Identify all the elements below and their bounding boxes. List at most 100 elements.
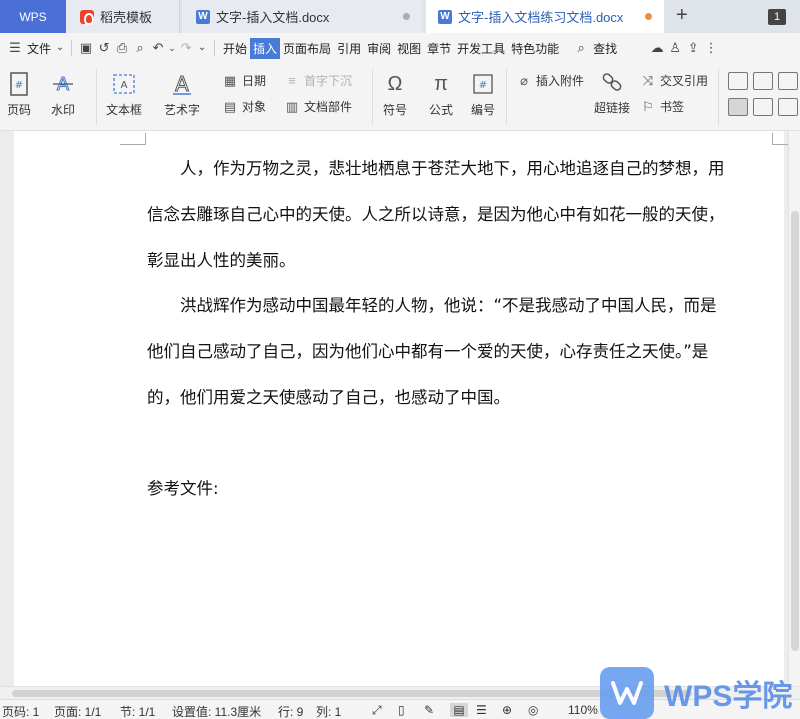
- object-icon: ▤: [223, 98, 237, 114]
- share-icon[interactable]: ⇪: [684, 39, 702, 57]
- new-tab-plus-icon[interactable]: +: [676, 4, 688, 27]
- tab-wps-home[interactable]: WPS: [0, 0, 66, 33]
- tab-document-1[interactable]: W 文字-插入文档.docx: [182, 0, 422, 33]
- wps-academy-text: WPS学院: [664, 679, 793, 713]
- divider: [718, 69, 719, 125]
- bookmark-icon: ⚐: [642, 98, 654, 114]
- user-icon[interactable]: ♙: [666, 39, 684, 57]
- page-view-icon[interactable]: ▤: [450, 703, 468, 717]
- page-number-label: 页码: [6, 103, 31, 117]
- horizontal-scroll-thumb[interactable]: [12, 690, 692, 697]
- formula-label: 公式: [428, 103, 453, 117]
- paragraph-line[interactable]: 洪战辉作为感动中国最年轻的人物，他说：“不是我感动了中国人民，而是: [180, 292, 792, 316]
- textbox-button[interactable]: A 文本框: [106, 71, 142, 118]
- hamburger-menu-icon[interactable]: ☰: [6, 39, 24, 57]
- paragraph-line[interactable]: 彰显出人性的美丽。: [147, 247, 759, 271]
- more-quick-icon[interactable]: ⌄: [195, 39, 209, 57]
- date-label: 日期: [242, 74, 267, 88]
- cross-reference-label: 交叉引用: [660, 74, 709, 88]
- undo-icon[interactable]: ↶: [149, 39, 167, 57]
- textbox-label: 文本框: [106, 103, 143, 117]
- checkbox-control-icon[interactable]: [753, 72, 773, 90]
- menu-file[interactable]: 文件: [24, 40, 54, 57]
- svg-text:#: #: [479, 80, 487, 91]
- text-wrap-inline-icon[interactable]: [728, 98, 748, 116]
- divider: [96, 69, 97, 125]
- svg-text:A: A: [121, 80, 128, 91]
- bookmark-button[interactable]: ⚐ 书签: [640, 98, 684, 115]
- window-count-badge[interactable]: 1: [768, 9, 786, 25]
- search-icon[interactable]: ⌕: [572, 39, 590, 57]
- art-text-label: 艺术字: [164, 103, 201, 117]
- paragraph-line[interactable]: 他们自己感动了自己，因为他们心中都有一个爱的天使，心存责任之天使。”是: [147, 338, 759, 362]
- undo-dropdown-icon[interactable]: ⌄: [167, 39, 177, 57]
- status-page[interactable]: 页面: 1/1: [54, 703, 101, 719]
- print-icon[interactable]: ⎙: [113, 39, 131, 57]
- chevron-down-icon[interactable]: ⌄: [54, 39, 66, 57]
- art-text-button[interactable]: A 艺术字: [164, 71, 200, 118]
- menu-section[interactable]: 章节: [424, 40, 454, 57]
- outline-view-icon[interactable]: ☰: [476, 703, 487, 717]
- object-button[interactable]: ▤ 对象: [222, 98, 266, 115]
- more-icon[interactable]: ⋮: [702, 39, 720, 57]
- vertical-scroll-thumb[interactable]: [791, 211, 799, 651]
- menu-page-layout[interactable]: 页面布局: [280, 40, 334, 57]
- numbering-button[interactable]: # 编号: [470, 71, 496, 118]
- menu-home[interactable]: 开始: [220, 40, 250, 57]
- paragraph-line[interactable]: 信念去雕琢自己心中的天使。人之所以诗意，是因为他心中有如花一般的天使，: [147, 201, 759, 225]
- page-number-icon: #: [6, 71, 32, 97]
- drop-cap-button[interactable]: ≡ 首字下沉: [284, 72, 352, 89]
- tab-document-2[interactable]: W 文字-插入文档练习文档.docx: [426, 0, 664, 33]
- watermark-button[interactable]: A 水印: [50, 71, 76, 118]
- hyperlink-button[interactable]: 超链接: [594, 69, 630, 116]
- tab-template[interactable]: 稻壳模板: [66, 0, 180, 33]
- save-icon[interactable]: ▣: [77, 39, 95, 57]
- menu-bar: ☰ 文件 ⌄ ▣ ↺ ⎙ ⌕ ↶ ⌄ ↷ ⌄ 开始 插入 页面布局 引用 审阅 …: [0, 33, 800, 63]
- textbox-icon: A: [111, 71, 137, 97]
- status-col: 列: 1: [316, 705, 342, 719]
- paragraph-line[interactable]: 的，他们用爱之天使感动了自己，也感动了中国。: [147, 384, 759, 408]
- comment-icon[interactable]: [778, 72, 798, 90]
- cross-reference-icon: ⤨: [642, 72, 654, 88]
- menu-developer[interactable]: 开发工具: [454, 40, 508, 57]
- reference-heading[interactable]: 参考文件:: [147, 475, 759, 499]
- vertical-scrollbar[interactable]: [788, 131, 800, 686]
- art-text-icon: A: [169, 71, 195, 97]
- menu-reference[interactable]: 引用: [334, 40, 364, 57]
- menu-insert[interactable]: 插入: [250, 37, 281, 59]
- menu-special[interactable]: 特色功能: [508, 40, 562, 57]
- zoom-level[interactable]: 110%: [568, 703, 598, 717]
- formula-button[interactable]: π 公式: [428, 71, 454, 118]
- wps-academy-watermark: WPS学院: [600, 666, 800, 719]
- menu-view[interactable]: 视图: [394, 40, 424, 57]
- word-doc-icon: W: [438, 9, 452, 24]
- insert-attachment-button[interactable]: ⌀ 插入附件: [516, 72, 584, 89]
- status-position: 设置值: 11.3厘米: [172, 705, 262, 719]
- cross-reference-button[interactable]: ⤨ 交叉引用: [640, 72, 708, 89]
- watermark-label: 水印: [50, 103, 75, 117]
- format-painter-icon[interactable]: ↺: [95, 39, 113, 57]
- redo-icon[interactable]: ↷: [177, 39, 195, 57]
- calendar-icon: ▦: [223, 72, 237, 88]
- margin-corner-mark: [772, 133, 788, 145]
- menu-review[interactable]: 审阅: [364, 40, 394, 57]
- doc-parts-button[interactable]: ▥ 文档部件: [284, 98, 352, 115]
- cloud-sync-icon[interactable]: ☁: [648, 39, 666, 57]
- divider: [506, 69, 507, 125]
- tab-close-icon[interactable]: [403, 13, 410, 20]
- print-preview-icon[interactable]: ⌕: [131, 39, 149, 57]
- web-view-icon[interactable]: ⊕: [502, 703, 512, 717]
- paragraph-line[interactable]: 人，作为万物之灵，悲壮地栖息于苍茫大地下，用心地追逐自己的梦想，用: [180, 155, 792, 179]
- symbol-button[interactable]: Ω 符号: [382, 71, 408, 118]
- text-wrap-square-icon[interactable]: [753, 98, 773, 116]
- read-mode-icon[interactable]: ▯: [398, 703, 405, 717]
- unsaved-indicator-icon[interactable]: [645, 13, 652, 20]
- text-wrap-tight-icon[interactable]: [778, 98, 798, 116]
- menu-search[interactable]: 查找: [590, 40, 620, 57]
- page-number-button[interactable]: # 页码: [6, 71, 32, 118]
- header-layout-icon[interactable]: [728, 72, 748, 90]
- pen-icon[interactable]: ✎: [424, 703, 434, 717]
- eye-protect-icon[interactable]: ◎: [528, 703, 538, 717]
- fullscreen-icon[interactable]: ⤢: [372, 703, 382, 718]
- date-button[interactable]: ▦ 日期: [222, 72, 266, 89]
